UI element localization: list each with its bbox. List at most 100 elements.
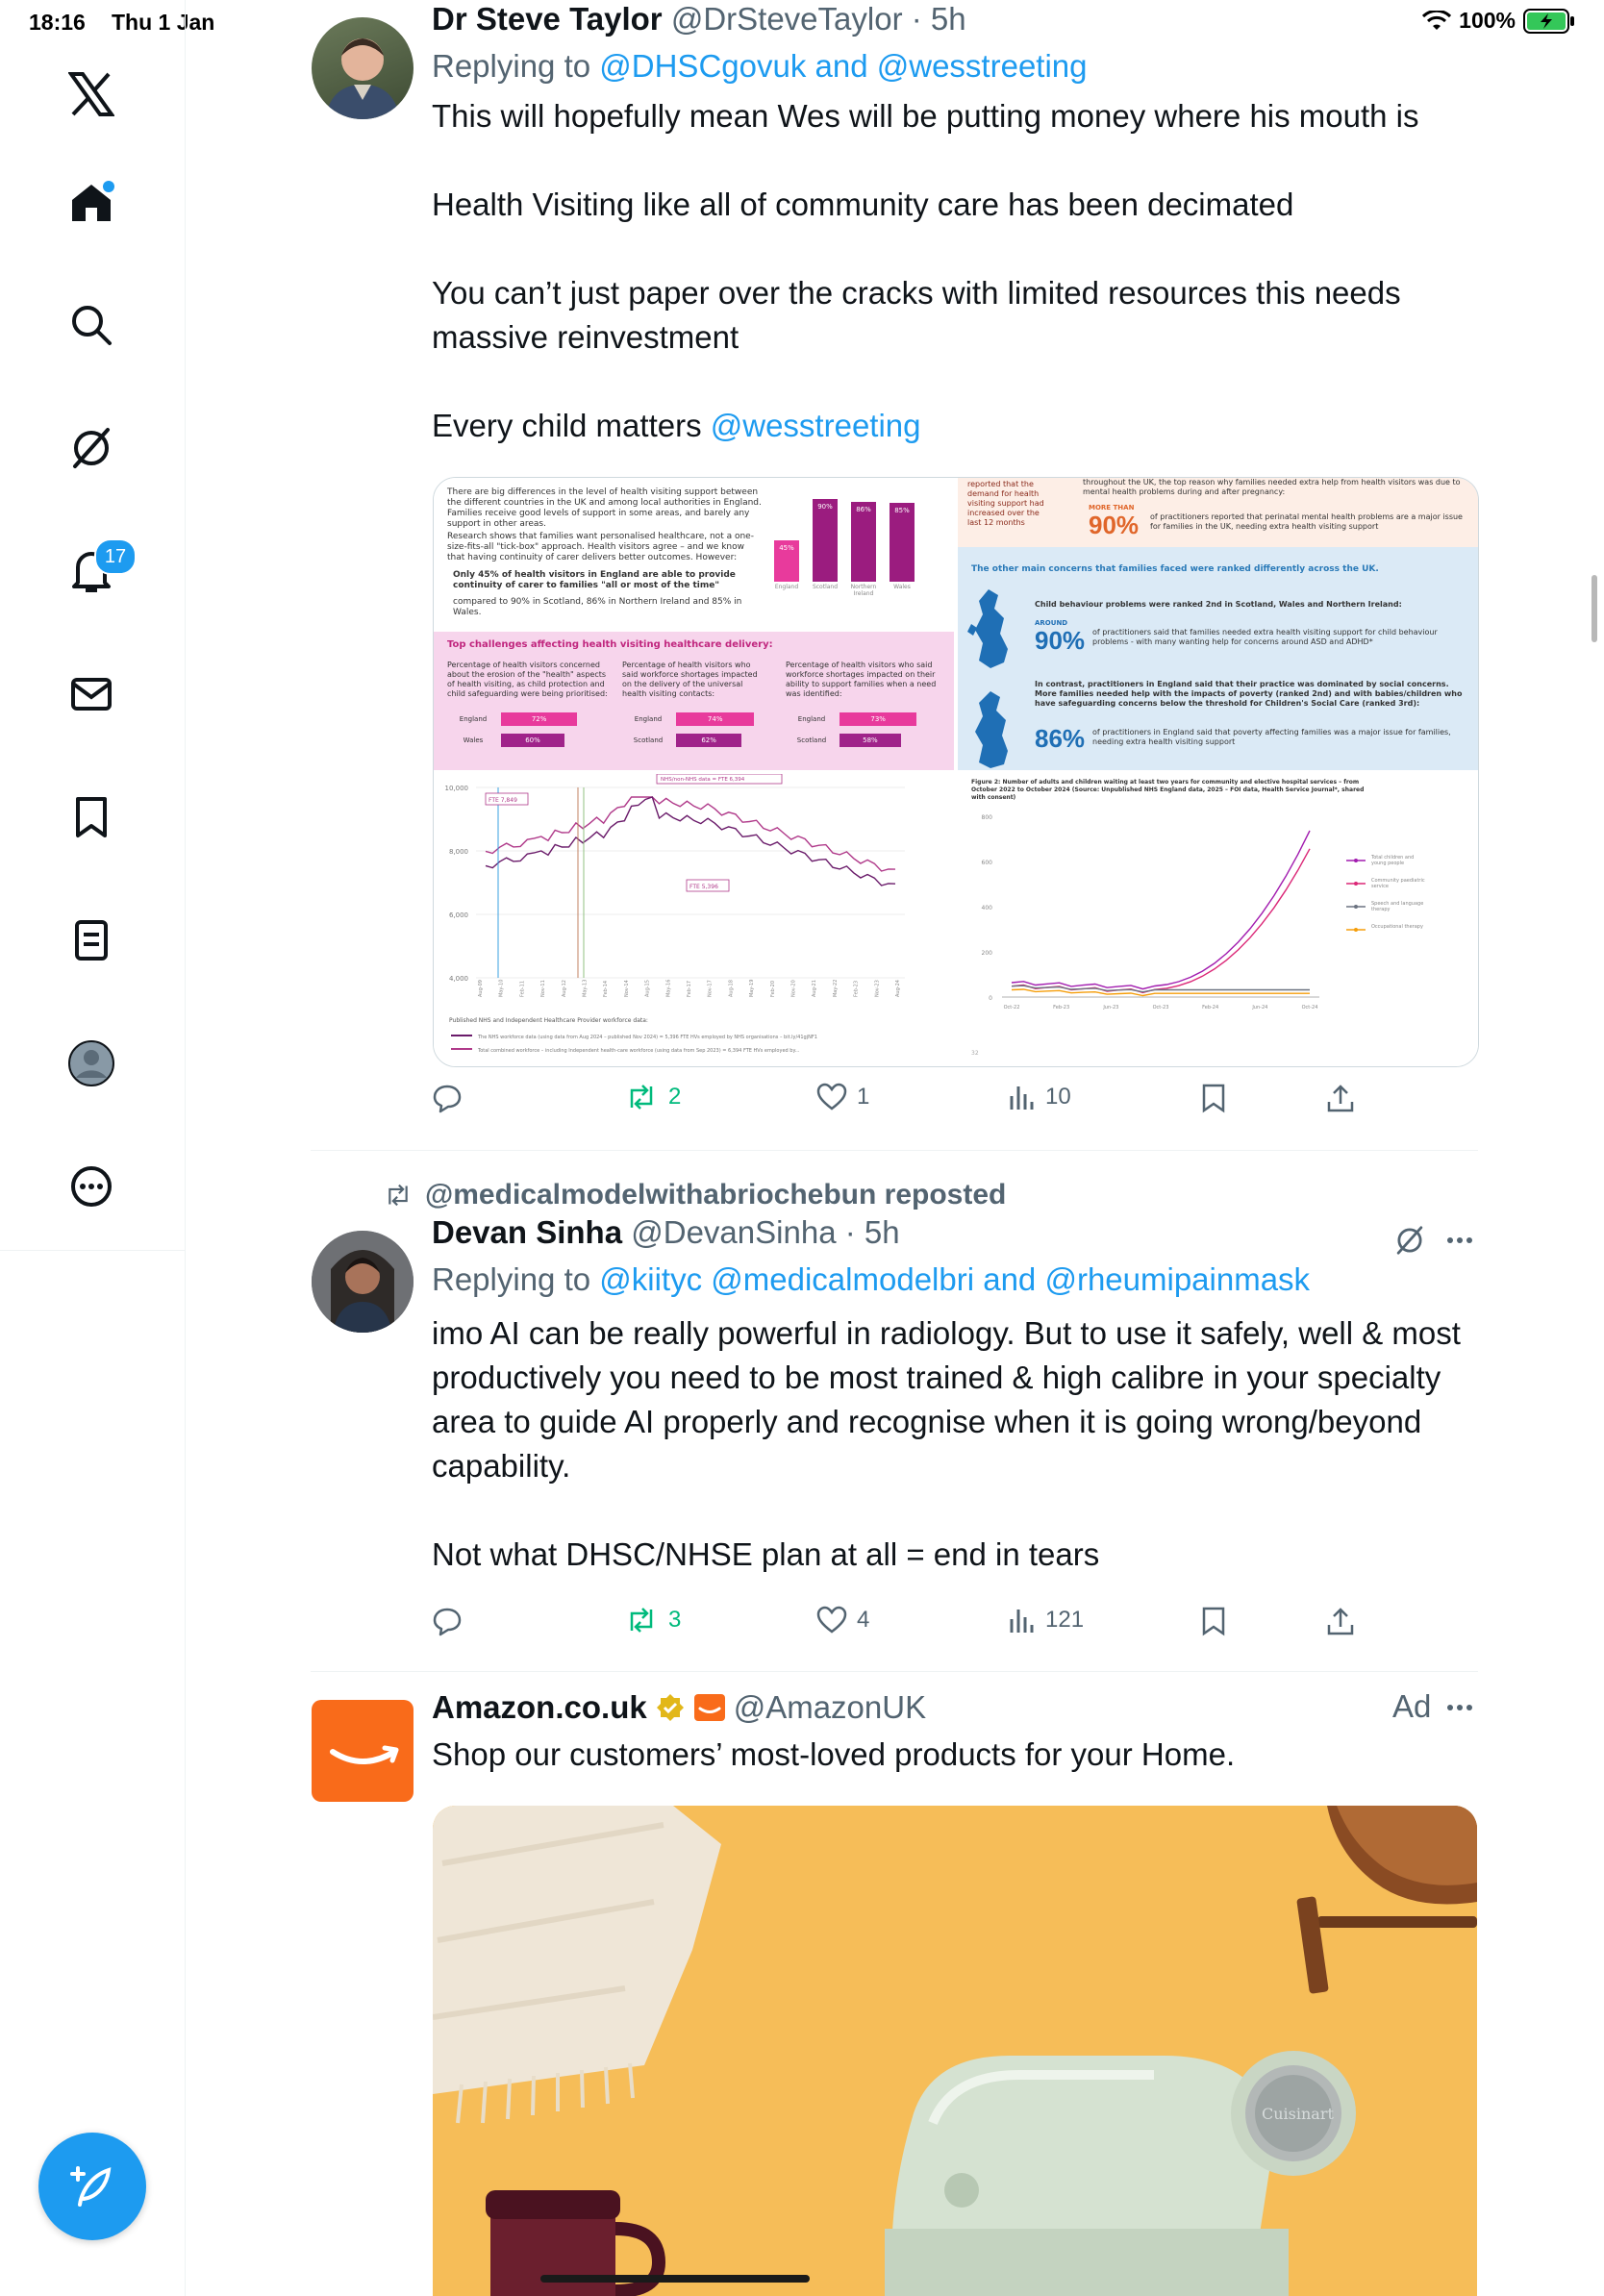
stat-86-text: of practitioners in England said that po… (1092, 728, 1451, 746)
share-button[interactable] (1326, 1083, 1355, 1113)
repost-button[interactable]: 2 (624, 1083, 681, 1111)
tweet-actions: 2 1 10 (432, 1083, 1393, 1125)
author-handle[interactable]: @AmazonUK (734, 1688, 926, 1727)
profile-avatar-icon[interactable] (61, 1033, 122, 1094)
chart-title-line: October 2022 to October 2024 (Source: Un… (971, 786, 1364, 793)
author-handle[interactable]: @DevanSinha (631, 1214, 836, 1250)
media-grid[interactable]: There are big differences in the level o… (433, 477, 1479, 1067)
stat-90-a: 90% (1089, 511, 1140, 539)
challenge-col1: Percentage of health visitors concerned … (447, 661, 608, 698)
child-title: Child behaviour problems were ranked 2nd… (1035, 600, 1402, 609)
england-text: In contrast, practitioners in England sa… (1035, 680, 1463, 708)
search-icon[interactable] (61, 294, 122, 356)
reply-mention-a[interactable]: @kiityc (599, 1261, 702, 1297)
reply-mention-b[interactable]: @wesstreeting (877, 48, 1088, 84)
y-tick: 0 (989, 995, 992, 1002)
avatar[interactable] (312, 1231, 414, 1333)
x-tick: May-10 (499, 980, 505, 997)
amazon-logo[interactable] (312, 1700, 414, 1802)
ad-label: Ad (1392, 1688, 1432, 1724)
media-image-1[interactable]: There are big differences in the level o… (434, 478, 954, 770)
y-tick: 10,000 (445, 785, 469, 792)
bookmark-button[interactable] (1201, 1083, 1226, 1113)
reposted-by[interactable]: @medicalmodelwithabriochebun reposted (425, 1179, 1006, 1211)
x-tick: Feb-20 (770, 981, 776, 997)
x-tick: Aug-24 (895, 980, 901, 997)
tweet-devan-sinha[interactable]: @medicalmodelwithabriochebun reposted De… (185, 1173, 1478, 1673)
x-tick: Jun-23 (1102, 1005, 1118, 1011)
author-handle[interactable]: @DrSteveTaylor (671, 1, 903, 37)
like-count: 4 (857, 1607, 870, 1633)
author-name[interactable]: Amazon.co.uk (432, 1688, 647, 1727)
home-indicator[interactable] (540, 2275, 810, 2283)
legend-marker (1354, 882, 1358, 886)
x-tick: Aug-18 (728, 980, 734, 997)
waiting-line-chart: Figure 2: Number of adults and children … (971, 779, 1425, 1057)
q1-bullet1: Only 45% of health visitors in England a… (453, 570, 736, 590)
media-image-4[interactable]: Figure 2: Number of adults and children … (958, 774, 1478, 1066)
scrollbar[interactable] (1591, 575, 1597, 642)
legend-label-line: Occupational therapy (1371, 924, 1423, 930)
more-options-icon[interactable] (1444, 1692, 1475, 1728)
continuity-bar-label: England (774, 584, 799, 590)
views-button[interactable]: 121 (1009, 1606, 1084, 1635)
more-icon[interactable] (61, 1156, 122, 1217)
bookmark-button[interactable] (1201, 1606, 1226, 1636)
media-image-2[interactable]: reported that the demand for health visi… (958, 478, 1478, 770)
reply-and: and (806, 48, 877, 84)
bookmarks-icon[interactable] (61, 786, 122, 848)
legend-label-line: therapy (1371, 907, 1390, 912)
more-options-icon[interactable] (1444, 1225, 1475, 1260)
legend-text-1: The NHS workforce data (using data from … (477, 1035, 817, 1040)
continuity-bar-value: 90% (817, 502, 833, 511)
share-button[interactable] (1326, 1606, 1355, 1636)
continuity-bar-label: Northern Ireland (850, 584, 877, 597)
q1-bullet2: compared to 90% in Scotland, 86% in Nort… (453, 597, 742, 617)
like-count: 1 (857, 1084, 870, 1110)
tweet-steve-taylor[interactable]: Dr Steve Taylor @DrSteveTaylor · 5h Repl… (185, 0, 1479, 1154)
media-image-3[interactable]: 10,000 8,000 6,000 4,000 FTE 7,849 FTE 5,396 N… (434, 773, 954, 1066)
compose-button[interactable] (38, 2133, 146, 2240)
legend-text-2: Total combined workforce – including Ind… (477, 1048, 800, 1054)
mention-link[interactable]: @wesstreeting (711, 408, 921, 443)
tweet-header: Amazon.co.uk @AmazonUK (432, 1688, 1461, 1727)
avatar[interactable] (312, 17, 414, 119)
x-tick: Feb-14 (603, 981, 609, 997)
challenge-row-bar: 72% (501, 712, 578, 726)
challenge-col3: Percentage of health visitors who said w… (786, 661, 937, 698)
reply-mention-a[interactable]: @DHSCgovuk (599, 48, 806, 84)
legend-marker (1354, 859, 1358, 862)
reply-button[interactable] (432, 1083, 472, 1113)
like-button[interactable]: 4 (816, 1606, 869, 1635)
grok-explain-icon[interactable] (1394, 1225, 1425, 1260)
q1-intro: There are big differences in the level o… (447, 487, 762, 529)
reply-mention-b[interactable]: @medicalmodelbri (711, 1261, 974, 1297)
tweet-time[interactable]: · 5h (912, 1, 966, 37)
page-number: 32 (971, 1050, 979, 1057)
views-button[interactable]: 10 (1009, 1083, 1071, 1111)
legend-label: Total children and young people (1370, 855, 1414, 866)
repost-count: 3 (668, 1607, 682, 1633)
ad-image[interactable]: Cuisinart (433, 1806, 1477, 2296)
bookmark-icon (1202, 1084, 1225, 1113)
x-tick: Feb-24 (1202, 1005, 1218, 1011)
x-logo-icon[interactable] (61, 63, 122, 125)
y-tick: 600 (982, 860, 993, 866)
challenges-title: Top challenges affecting health visiting… (447, 639, 773, 650)
legend-marker (1354, 928, 1358, 932)
tweet-time[interactable]: · 5h (845, 1214, 900, 1250)
x-tick: Aug-09 (478, 980, 484, 997)
tweet-body: Dr Steve Taylor @DrSteveTaylor · 5h Repl… (432, 0, 1461, 448)
author-name[interactable]: Devan Sinha (432, 1214, 622, 1250)
author-name[interactable]: Dr Steve Taylor (432, 1, 663, 37)
views-count: 10 (1045, 1084, 1071, 1110)
grok-icon[interactable] (61, 417, 122, 479)
reply-mention-c[interactable]: @rheumipainmask (1044, 1261, 1310, 1297)
like-button[interactable]: 1 (816, 1083, 869, 1111)
reply-button[interactable] (432, 1606, 472, 1636)
repost-button[interactable]: 3 (624, 1606, 681, 1635)
stat-90-b: 90% (1035, 626, 1086, 655)
messages-icon[interactable] (61, 663, 122, 725)
lists-icon[interactable] (61, 910, 122, 971)
home-icon[interactable] (61, 171, 122, 233)
